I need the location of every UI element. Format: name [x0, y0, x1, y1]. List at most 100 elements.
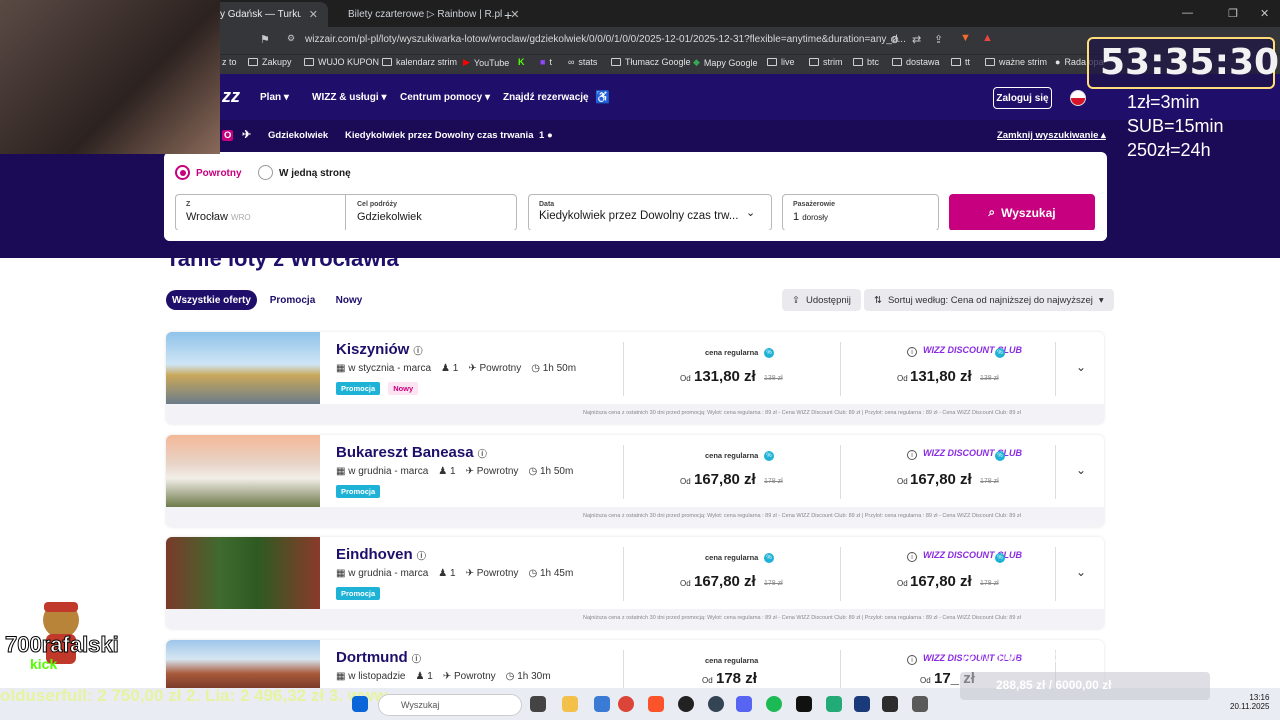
bookmark-folder[interactable]: dostawa: [892, 57, 940, 67]
windows-start-icon[interactable]: [352, 696, 368, 712]
nav-plan[interactable]: Plan ▾: [260, 92, 289, 103]
expand-chevron-icon[interactable]: ⌄: [1076, 463, 1086, 477]
club-price[interactable]: 131,80 zł: [910, 368, 972, 385]
search-button[interactable]: ⌕ Wyszukaj: [949, 194, 1095, 231]
bookmark-folder[interactable]: tt: [951, 57, 970, 67]
destination-card[interactable]: Kiszyniów ⓘ ▦ w stycznia - marca ♟ 1 ✈ P…: [166, 332, 1104, 424]
brave-shield-icon[interactable]: ▼: [960, 32, 971, 44]
bookmark-item[interactable]: ◆ Mapy Google: [693, 57, 757, 68]
discord-icon[interactable]: [736, 696, 752, 712]
filter-promo[interactable]: Promocja: [264, 290, 321, 310]
app-icon[interactable]: [708, 696, 724, 712]
minimize-icon[interactable]: —: [1182, 7, 1193, 19]
share-button[interactable]: ⇪ Udostępnij: [782, 289, 861, 311]
translate-icon[interactable]: ⇄: [912, 33, 921, 46]
sort-dropdown[interactable]: ⇅ Sortuj według: Cena od najniższej do na…: [864, 289, 1114, 311]
app-icon[interactable]: [912, 696, 928, 712]
destination-name[interactable]: Bukareszt Baneasa ⓘ: [336, 444, 487, 461]
folder-icon: [985, 58, 995, 66]
bookmark-item[interactable]: ∞ stats: [568, 57, 597, 67]
filter-all[interactable]: Wszystkie oferty: [166, 290, 257, 310]
system-clock[interactable]: 13:16 20.11.2025: [1230, 693, 1269, 711]
obs-icon[interactable]: [678, 696, 694, 712]
nav-services[interactable]: WIZZ & usługi ▾: [312, 92, 386, 103]
bookmark-folder[interactable]: Tłumacz Google: [611, 57, 691, 67]
bookmark-item[interactable]: z to: [222, 57, 237, 67]
bookmark-icon[interactable]: ⚑: [260, 33, 270, 46]
club-price[interactable]: 167,80 zł: [910, 573, 972, 590]
from-field[interactable]: Wrocław WRO: [186, 211, 251, 223]
destination-name[interactable]: Eindhoven ⓘ: [336, 546, 426, 563]
bookmark-folder[interactable]: kalendarz strim: [382, 57, 457, 67]
taskbar-search-label: Wyszukaj: [401, 700, 440, 710]
filter-new[interactable]: Nowy: [331, 290, 367, 310]
bookmark-folder[interactable]: live: [767, 57, 795, 67]
poland-flag-icon[interactable]: [1070, 90, 1086, 106]
destination-card[interactable]: Eindhoven ⓘ ▦ w grudnia - marca ♟ 1 ✈ Po…: [166, 537, 1104, 629]
spotify-icon[interactable]: [766, 696, 782, 712]
bookmark-folder[interactable]: btc: [853, 57, 879, 67]
nav-help[interactable]: Centrum pomocy ▾: [400, 92, 490, 103]
info-icon[interactable]: i: [907, 347, 917, 357]
regular-price[interactable]: 167,80 zł: [694, 471, 756, 488]
wizz-logo[interactable]: zz: [222, 86, 240, 107]
browser-tab-active[interactable]: y Gdańsk — Turku | Wiz ✕: [210, 2, 328, 27]
bookmark-item[interactable]: ▶ YouTube: [463, 57, 509, 68]
nav-find-booking[interactable]: Znajdź rezerwację: [503, 92, 589, 103]
tab-title: Bilety czarterowe ▷ Rainbow | R.pl: [348, 9, 503, 20]
app-icon[interactable]: [882, 696, 898, 712]
nav-label: Znajdź rezerwację: [503, 92, 589, 103]
return-radio[interactable]: [175, 165, 190, 180]
close-window-icon[interactable]: ✕: [1260, 7, 1269, 20]
accessibility-icon[interactable]: ♿: [595, 90, 610, 104]
login-button[interactable]: Zaloguj się: [993, 87, 1052, 109]
new-tab-label: +: [504, 6, 513, 23]
close-tab-icon[interactable]: ✕: [309, 8, 318, 21]
regular-price[interactable]: 178 zł: [716, 670, 757, 687]
bookmark-folder[interactable]: Zakupy: [248, 57, 292, 67]
info-icon[interactable]: i: [907, 552, 917, 562]
bookmark-item[interactable]: ■ t: [540, 57, 552, 67]
destination-photo: [166, 332, 320, 404]
site-info-icon[interactable]: ⚙: [287, 33, 295, 44]
app-icon[interactable]: [796, 696, 812, 712]
bookmark-folder[interactable]: ważne strim: [985, 57, 1047, 67]
folder-icon: [382, 58, 392, 66]
destination-name[interactable]: Kiszyniów ⓘ: [336, 341, 423, 358]
maximize-icon[interactable]: ❐: [1228, 7, 1238, 20]
oneway-radio[interactable]: [258, 165, 273, 180]
destination-card[interactable]: Bukareszt Baneasa ⓘ ▦ w grudnia - marca …: [166, 435, 1104, 527]
task-view-icon[interactable]: [530, 696, 546, 712]
app-icon[interactable]: [826, 696, 842, 712]
origin-code: O: [222, 130, 234, 141]
regular-price[interactable]: 167,80 zł: [694, 573, 756, 590]
destination-name[interactable]: Dortmund ⓘ: [336, 649, 421, 666]
camera-blocked-icon[interactable]: ⊘: [890, 33, 899, 46]
clock-icon: ◷: [528, 466, 538, 477]
bookmark-item[interactable]: K: [518, 57, 525, 67]
expand-chevron-icon[interactable]: ⌄: [1076, 565, 1086, 579]
regular-price[interactable]: 131,80 zł: [694, 368, 756, 385]
new-tab-button[interactable]: +: [494, 2, 518, 27]
url-field[interactable]: wizzair.com/pl-pl/loty/wyszukiwarka-loto…: [305, 34, 905, 45]
file-explorer-icon[interactable]: [562, 696, 578, 712]
excel-icon[interactable]: [854, 696, 870, 712]
expand-chevron-icon[interactable]: ⌄: [1076, 360, 1086, 374]
to-field[interactable]: Gdziekolwiek: [357, 211, 422, 223]
club-price[interactable]: 167,80 zł: [910, 471, 972, 488]
regular-price-label: cena regularna: [705, 451, 759, 460]
bookmark-folder[interactable]: WUJO KUPON: [304, 57, 379, 67]
bookmark-label: Zakupy: [262, 57, 292, 67]
rewards-icon[interactable]: ▲: [982, 32, 993, 44]
promo-badge: Promocja: [336, 485, 381, 498]
bookmark-folder[interactable]: strim: [809, 57, 843, 67]
info-icon[interactable]: i: [907, 450, 917, 460]
store-icon[interactable]: [594, 696, 610, 712]
info-icon[interactable]: i: [907, 655, 917, 665]
close-search-link[interactable]: Zamknij wyszukiwanie ▴: [997, 130, 1106, 141]
share-icon[interactable]: ⇪: [934, 33, 943, 46]
browser-tab[interactable]: Bilety czarterowe ▷ Rainbow | R.pl ✕: [330, 2, 519, 27]
chrome-icon[interactable]: [618, 696, 634, 712]
taskbar-search[interactable]: Wyszukaj: [378, 694, 522, 716]
brave-icon[interactable]: [648, 696, 664, 712]
